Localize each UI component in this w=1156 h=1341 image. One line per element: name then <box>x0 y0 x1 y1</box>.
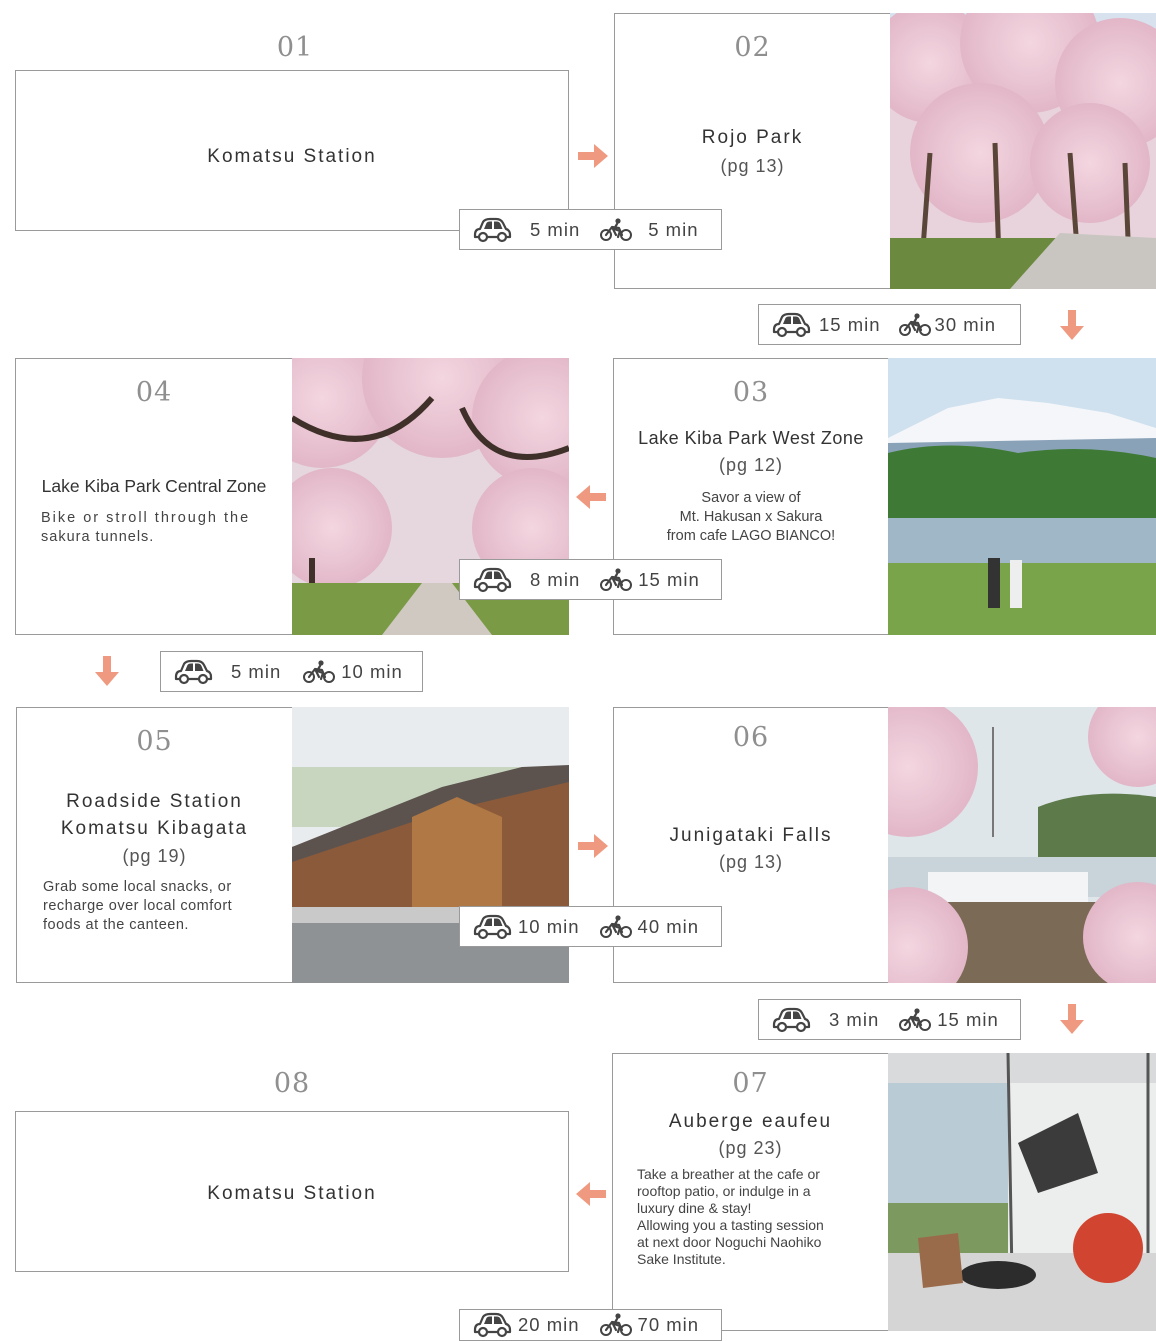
bicycle-icon <box>600 218 632 242</box>
stop-title: Komatsu Station <box>207 146 377 167</box>
bicycle-icon <box>600 568 632 592</box>
stop-number: 05 <box>136 726 173 757</box>
stop-title: Junigataki Falls <box>669 825 833 846</box>
stop-card: Komatsu Station <box>15 1111 569 1272</box>
stop-description: Take a breather at the cafe or rooftop p… <box>637 1166 882 1268</box>
cafe-interior-photo <box>888 1053 1156 1331</box>
description-line: Bike or stroll through the <box>41 510 251 526</box>
stop-title: Komatsu Station <box>207 1183 377 1204</box>
travel-time-box: 20 min 70 min <box>459 1309 722 1341</box>
travel-time-box: 5 min 10 min <box>160 651 423 692</box>
description-line: recharge over local comfort <box>43 898 233 914</box>
title-line: Komatsu Kibagata <box>60 818 249 839</box>
car-time: 5 min <box>530 218 581 240</box>
arrow-icon <box>576 485 606 509</box>
arrow-icon <box>578 834 608 858</box>
bike-time: 40 min <box>637 915 700 937</box>
description-line: from cafe LAGO BIANCO! <box>666 528 836 544</box>
description-line: rooftop patio, or indulge in a <box>637 1183 811 1199</box>
stop-number: 04 <box>135 377 173 408</box>
car-icon <box>771 312 811 338</box>
car-time: 15 min <box>819 313 881 335</box>
description-line: at next door Noguchi Naohiko <box>637 1234 822 1250</box>
description-line: foods at the canteen. <box>43 917 189 933</box>
page-ref: (pg 23) <box>718 1138 783 1158</box>
car-time: 5 min <box>231 660 282 682</box>
bike-time: 15 min <box>638 568 700 590</box>
bicycle-icon <box>303 660 335 684</box>
travel-time-box: 5 min 5 min <box>459 209 722 250</box>
bicycle-icon <box>600 1313 632 1337</box>
car-icon <box>472 914 512 940</box>
stop-description: Savor a view of Mt. Hakusan x Sakura fro… <box>614 489 888 546</box>
arrow-icon <box>95 656 119 686</box>
stop-card: Komatsu Station <box>15 70 569 231</box>
travel-time-box: 15 min 30 min <box>758 304 1021 345</box>
page-ref: (pg 12) <box>718 455 784 475</box>
lake-mountain-photo <box>888 358 1156 635</box>
stop-title: Rojo Park <box>701 127 804 148</box>
arrow-icon <box>578 144 608 168</box>
car-time: 3 min <box>829 1008 880 1030</box>
car-icon <box>472 567 512 593</box>
stop-number: 02 <box>734 32 771 63</box>
description-line: Take a breather at the cafe or <box>637 1166 820 1182</box>
car-time: 20 min <box>518 1314 580 1335</box>
description-line: Grab some local snacks, or <box>43 879 232 895</box>
bicycle-icon <box>600 915 632 939</box>
arrow-icon <box>576 1182 606 1206</box>
stop-title: Lake Kiba Park West Zone <box>638 428 864 448</box>
stop-description: Bike or stroll through the sakura tunnel… <box>41 509 281 547</box>
stop-number: 08 <box>273 1068 311 1099</box>
description-line: Allowing you a tasting session <box>637 1217 824 1233</box>
page-ref: (pg 13) <box>718 852 784 872</box>
waterfall-sakura-photo <box>888 707 1156 983</box>
arrow-icon <box>1060 1004 1084 1034</box>
stop-number: 03 <box>732 377 770 408</box>
stop-title: Roadside Station Komatsu Kibagata <box>17 788 292 842</box>
travel-time-box: 8 min 15 min <box>459 559 722 600</box>
car-time: 8 min <box>530 568 581 590</box>
stop-card: 05 Roadside Station Komatsu Kibagata (pg… <box>16 707 293 983</box>
cherry-blossom-park-photo <box>890 13 1156 289</box>
stop-title: Lake Kiba Park Central Zone <box>41 476 267 496</box>
stop-card: 07 Auberge eaufeu (pg 23) Take a breathe… <box>612 1053 889 1331</box>
bike-time: 10 min <box>341 660 403 682</box>
stop-card: 04 Lake Kiba Park Central Zone Bike or s… <box>15 358 293 635</box>
travel-time-box: 3 min 15 min <box>758 999 1021 1040</box>
description-line: Savor a view of <box>701 490 801 506</box>
car-icon <box>472 1312 512 1338</box>
title-line: Roadside Station <box>66 791 243 812</box>
bike-time: 15 min <box>937 1008 999 1030</box>
car-icon <box>173 659 213 685</box>
bike-time: 5 min <box>648 218 699 240</box>
car-icon <box>472 217 512 243</box>
travel-time-box: 10 min 40 min <box>459 906 722 947</box>
stop-title: Auberge eaufeu <box>668 1111 833 1132</box>
stop-description: Grab some local snacks, or recharge over… <box>43 878 288 935</box>
stop-number: 07 <box>732 1068 769 1099</box>
description-line: Sake Institute. <box>637 1251 726 1267</box>
bicycle-icon <box>899 313 931 337</box>
page-ref: (pg 13) <box>720 156 785 176</box>
stop-number: 06 <box>732 722 770 753</box>
stop-number: 01 <box>276 32 314 63</box>
description-line: luxury dine & stay! <box>637 1200 752 1216</box>
description-line: sakura tunnels. <box>41 529 155 545</box>
bike-time: 70 min <box>637 1314 700 1335</box>
car-icon <box>771 1007 811 1033</box>
arrow-icon <box>1060 310 1084 340</box>
description-line: Mt. Hakusan x Sakura <box>679 509 823 525</box>
bicycle-icon <box>899 1008 931 1032</box>
bike-time: 30 min <box>934 313 997 335</box>
page-ref: (pg 19) <box>122 846 187 866</box>
car-time: 10 min <box>518 915 580 937</box>
